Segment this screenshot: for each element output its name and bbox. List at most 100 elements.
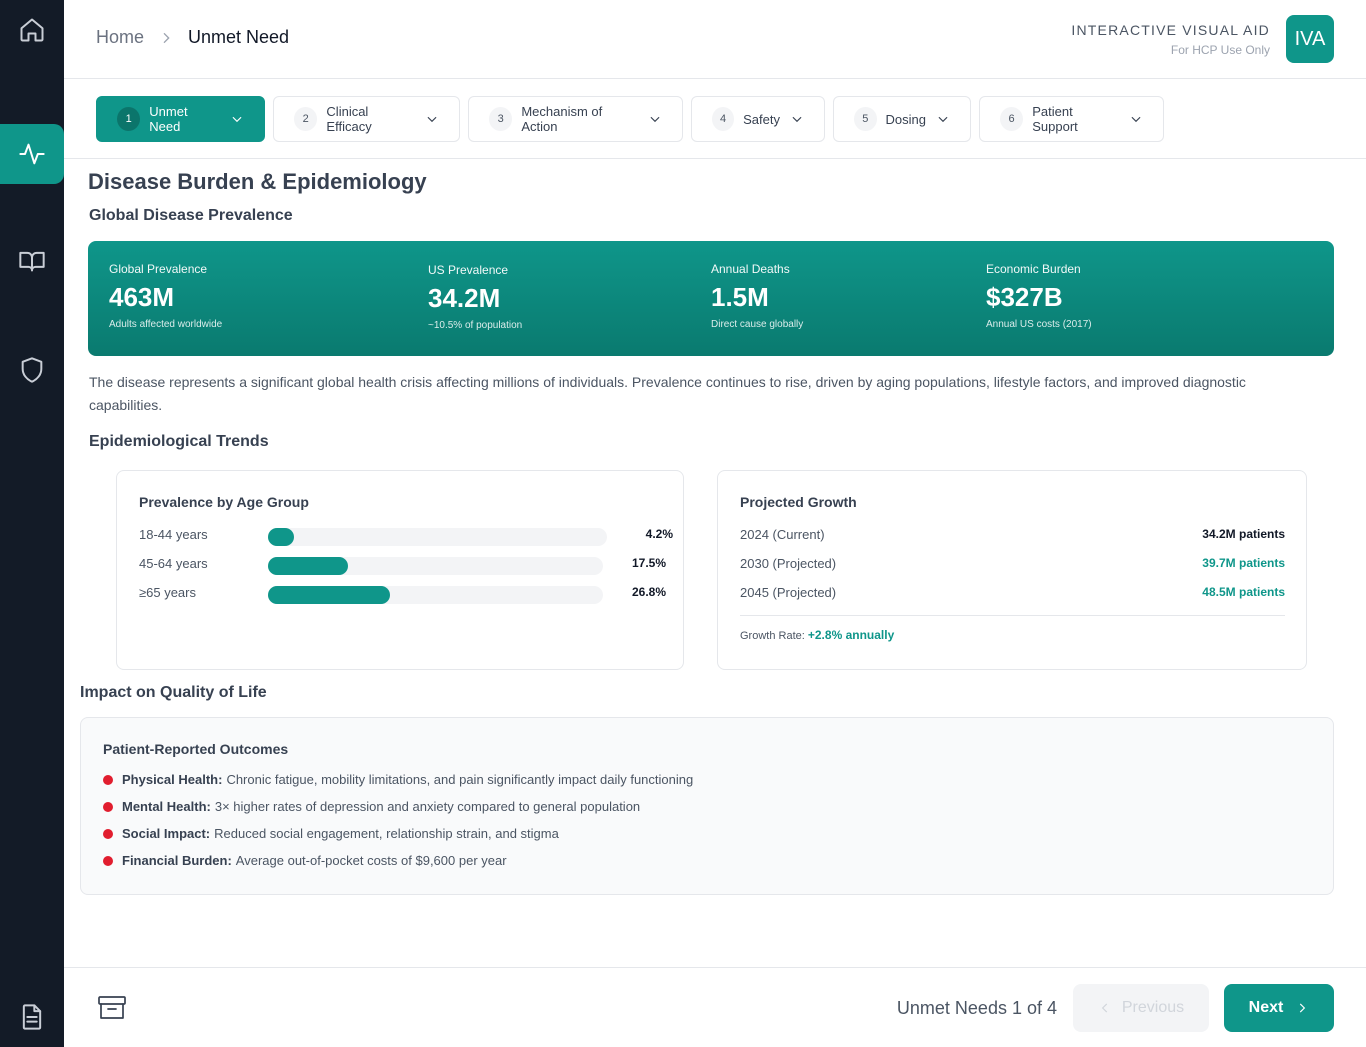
growth-rate-value: +2.8% annually [807,628,895,642]
age-row: 18-44 years 4.2% [139,527,673,547]
item-text: 3× higher rates of depression and anxiet… [214,799,641,814]
growth-row: 2024 (Current) 34.2M patients [740,527,1285,547]
stat-annual-deaths: Annual Deaths 1.5M Direct cause globally [711,262,803,330]
chevron-left-icon [1098,1001,1112,1015]
bullet-dot-icon [103,774,113,785]
stat-economic-burden: Economic Burden $327B Annual US costs (2… [986,262,1092,330]
shield-button[interactable] [0,340,64,400]
item-text: Reduced social engagement, relationship … [214,826,559,841]
activity-button[interactable] [0,124,64,184]
age-value: 17.5% [631,556,666,570]
document-button[interactable] [0,987,64,1047]
growth-value: 39.7M patients [1202,556,1285,570]
tab-safety[interactable]: 4 Safety [691,96,825,142]
projected-growth-card: Projected Growth 2024 (Current) 34.2M pa… [717,470,1307,670]
stat-global-prevalence: Global Prevalence 463M Adults affected w… [109,262,222,330]
bullet-dot-icon [103,801,113,812]
tab-label: Dosing [885,111,926,127]
stat-value: 1.5M [711,282,769,312]
card-title: Projected Growth [740,494,857,510]
next-label: Next [1248,999,1284,1016]
stat-label: Global Prevalence [109,262,208,276]
book-icon [19,251,45,272]
description-text: The disease represents a significant glo… [89,374,1246,413]
tab-number: 6 [1000,107,1024,131]
chevron-down-icon [936,112,950,126]
item-label: Social Impact: [122,826,211,841]
growth-label: 2030 (Projected) [740,556,837,571]
home-button[interactable] [0,0,64,60]
breadcrumb-current: Unmet Need [188,27,290,47]
tab-mechanism-of-action[interactable]: 3 Mechanism of Action [468,96,683,142]
stat-value: 463M [109,282,175,312]
item-label: Physical Health: [122,772,223,787]
tab-number: 5 [854,107,877,131]
prevalence-heading: Global Disease Prevalence [89,207,293,224]
brand-text: INTERACTIVE VISUAL AID For HCP Use Only [1071,22,1270,57]
footer: Unmet Needs 1 of 4 Previous Next [64,967,1366,1047]
chevron-down-icon [425,112,439,126]
chevron-right-icon [1295,1001,1309,1015]
tab-unmet-need[interactable]: 1 Unmet Need [96,96,265,142]
stats-banner: Global Prevalence 463M Adults affected w… [88,241,1334,356]
list-item: Physical Health: Chronic fatigue, mobili… [103,772,693,787]
stat-us-prevalence: US Prevalence 34.2M ~10.5% of population [428,263,522,331]
growth-value: 48.5M patients [1202,585,1285,599]
item-text: Average out-of-pocket costs of $9,600 pe… [235,853,507,868]
next-button[interactable]: Next [1224,984,1334,1032]
tab-number: 3 [489,107,513,131]
trends-heading: Epidemiological Trends [89,433,269,450]
tab-number: 1 [117,107,141,131]
age-row: 45-64 years 17.5% [139,556,666,576]
archive-icon [98,996,126,1019]
bullet-dot-icon [103,855,113,866]
stat-value: $327B [986,282,1063,312]
stat-label: Annual Deaths [711,262,790,276]
chevron-down-icon [648,112,662,126]
document-icon [22,1004,42,1030]
breadcrumb-home[interactable]: Home [96,27,144,48]
age-bar-fill [268,528,294,546]
stat-sub: Adults affected worldwide [109,319,223,330]
header: Home Unmet Need INTERACTIVE VISUAL AID F… [64,0,1366,79]
previous-button[interactable]: Previous [1073,984,1209,1032]
growth-row: 2045 (Projected) 48.5M patients [740,585,1285,605]
tab-label: Mechanism of Action [521,104,603,134]
section-tabs: 1 Unmet Need 2 Clinical Efficacy 3 Mecha… [64,80,1366,159]
tab-patient-support[interactable]: 6 Patient Support [979,96,1164,142]
qol-card: Patient-Reported Outcomes Physical Healt… [80,717,1334,895]
previous-label: Previous [1121,999,1185,1016]
home-icon [20,18,44,42]
tab-number: 4 [712,107,735,131]
tab-dosing[interactable]: 5 Dosing [833,96,971,142]
archive-button[interactable] [97,995,127,1021]
age-bar-track [268,528,607,546]
breadcrumb: Home Unmet Need [96,27,289,48]
chevron-down-icon [1129,112,1143,126]
age-row: ≥65 years 26.8% [139,585,666,605]
stat-label: Economic Burden [986,262,1081,276]
age-label: 45-64 years [139,556,208,571]
shield-icon [21,357,43,383]
tab-clinical-efficacy[interactable]: 2 Clinical Efficacy [273,96,460,142]
item-label: Mental Health: [122,799,211,814]
stat-label: US Prevalence [428,263,509,277]
age-group-card: Prevalence by Age Group 18-44 years 4.2%… [116,470,684,670]
list-item: Financial Burden: Average out-of-pocket … [103,853,507,868]
tab-number: 2 [294,107,318,131]
brand-logo: IVA [1286,15,1334,63]
stat-sub: Direct cause globally [711,319,804,330]
growth-value: 34.2M patients [1202,527,1285,541]
book-button[interactable] [0,231,64,291]
growth-label: 2045 (Projected) [740,585,837,600]
stat-value: 34.2M [428,283,501,313]
stat-sub: ~10.5% of population [428,320,523,331]
growth-label: 2024 (Current) [740,527,825,542]
growth-rate-label: Growth Rate: [740,630,805,642]
sidebar [0,0,64,1047]
age-label: ≥65 years [139,585,196,600]
item-text: Chronic fatigue, mobility limitations, a… [226,772,694,787]
chevron-down-icon [230,112,244,126]
activity-icon [19,143,45,165]
page-indicator: Unmet Needs 1 of 4 [896,998,1057,1018]
